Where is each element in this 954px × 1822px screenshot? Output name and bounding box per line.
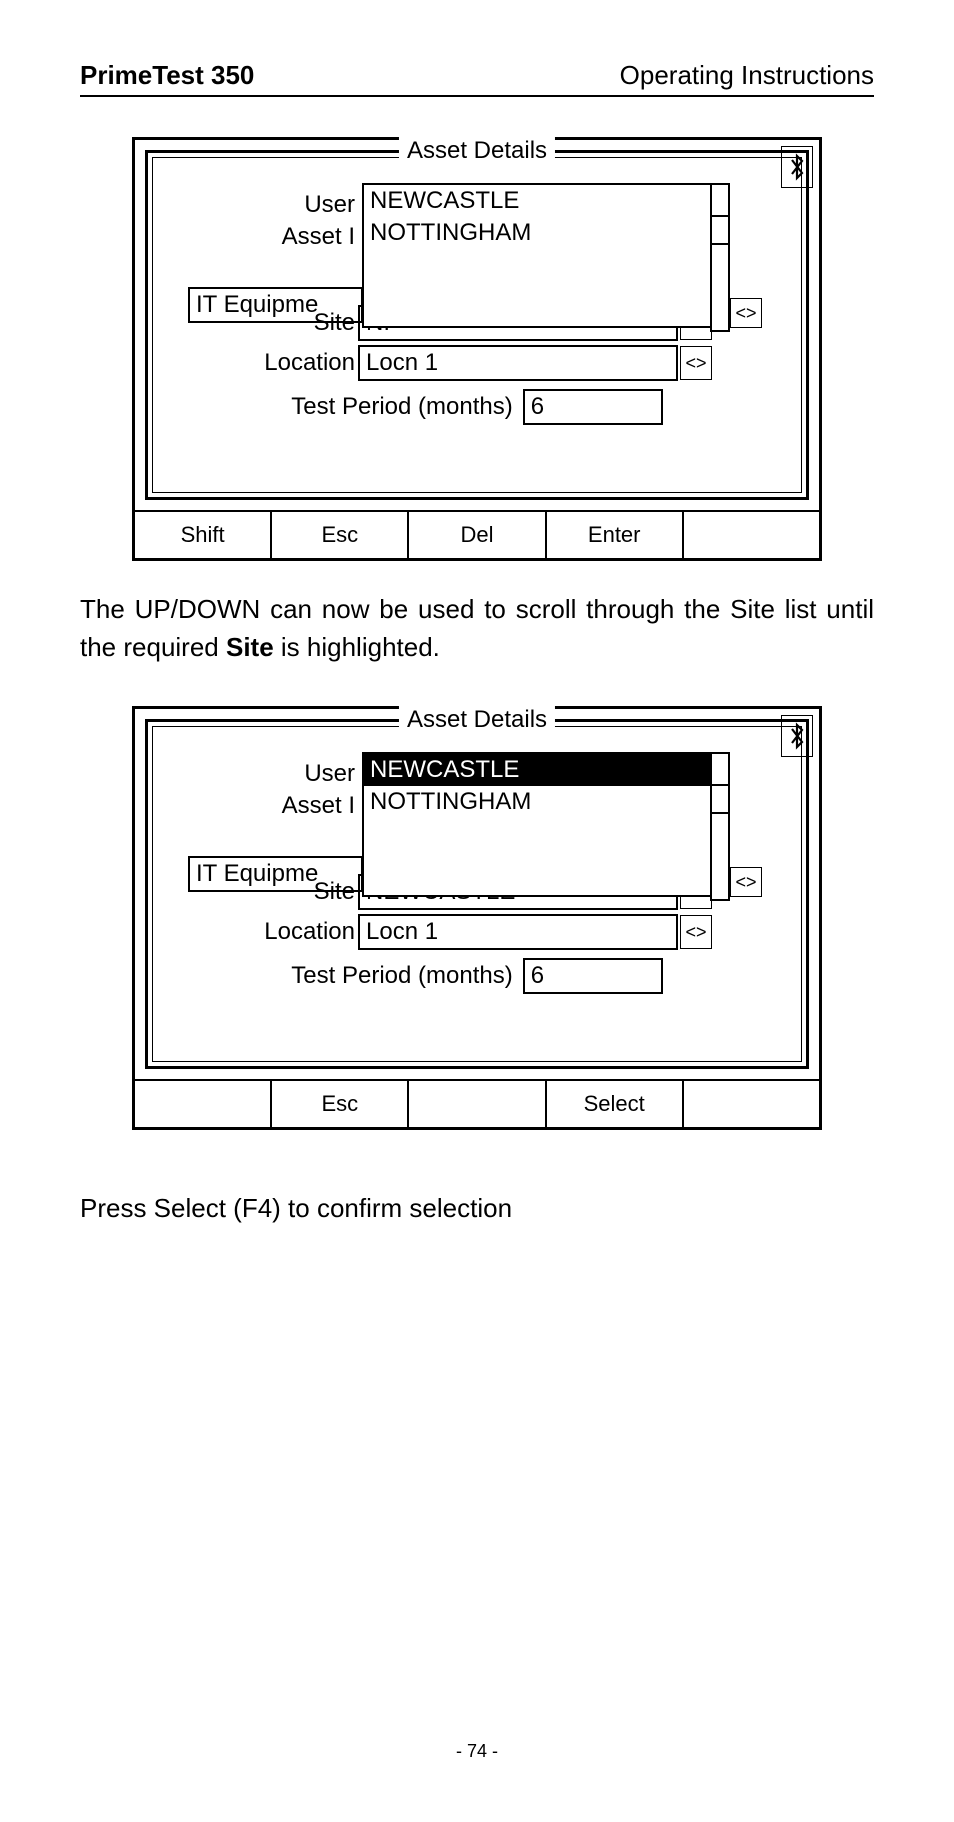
location-field[interactable]: Locn 1 [358,345,678,381]
test-period-label: Test Period (months) [291,393,512,421]
softkey-del[interactable]: Del [409,512,546,558]
user-label: User [148,760,358,788]
dropdown-item-nottingham[interactable]: NOTTINGHAM [364,217,710,249]
site-label: Site [148,878,358,906]
dropdown-scrollbar[interactable] [710,183,730,332]
softkey-shift[interactable]: Shift [135,512,272,558]
test-period-label: Test Period (months) [291,962,512,990]
dropdown-item-newcastle[interactable]: NEWCASTLE [364,185,710,217]
test-period-field[interactable]: 6 [523,958,663,994]
dropdown-chevron-icon[interactable]: <> [730,298,762,328]
page-number: - 74 - [456,1741,498,1762]
softkey-esc[interactable]: Esc [272,1081,409,1127]
softkey-toolbar: Esc Select [135,1079,819,1127]
softkey-blank [135,1081,272,1127]
scroll-thumb[interactable] [712,784,728,814]
dropdown-item-nottingham[interactable]: NOTTINGHAM [364,786,710,818]
softkey-blank [684,1081,819,1127]
dropdown-scrollbar[interactable] [710,752,730,901]
location-chevron-icon[interactable]: <> [680,346,712,380]
instruction-paragraph-1: The UP/DOWN can now be used to scroll th… [80,591,874,666]
page-header: PrimeTest 350 Operating Instructions [80,60,874,97]
asset-label: Asset I [148,223,358,251]
site-dropdown-list[interactable]: NEWCASTLE NOTTINGHAM <> [362,752,712,897]
doc-title: Operating Instructions [620,60,874,91]
location-label: Location [148,918,358,946]
location-label: Location [148,349,358,377]
dropdown-item-newcastle[interactable]: NEWCASTLE [364,754,710,786]
asset-details-frame: Asset Details IT Equipme User Asset I NE… [145,150,809,500]
softkey-blank [684,512,819,558]
device-name: PrimeTest 350 [80,60,254,91]
asset-label: Asset I [148,792,358,820]
location-field[interactable]: Locn 1 [358,914,678,950]
location-chevron-icon[interactable]: <> [680,915,712,949]
instruction-paragraph-2: Press Select (F4) to confirm selection [80,1190,874,1228]
softkey-blank [409,1081,546,1127]
device-screenshot-2: Asset Details IT Equipme User Asset I NE… [132,706,822,1130]
user-label: User [148,191,358,219]
frame-title: Asset Details [399,706,555,734]
site-label: Site [148,309,358,337]
softkey-toolbar: Shift Esc Del Enter [135,510,819,558]
frame-title: Asset Details [399,137,555,165]
device-screenshot-1: Asset Details IT Equipme User Asset I NE… [132,137,822,561]
softkey-esc[interactable]: Esc [272,512,409,558]
asset-details-frame: Asset Details IT Equipme User Asset I NE… [145,719,809,1069]
site-dropdown-list[interactable]: NEWCASTLE NOTTINGHAM <> [362,183,712,328]
dropdown-chevron-icon[interactable]: <> [730,867,762,897]
scroll-thumb[interactable] [712,215,728,245]
softkey-enter[interactable]: Enter [547,512,684,558]
softkey-select[interactable]: Select [547,1081,684,1127]
test-period-field[interactable]: 6 [523,389,663,425]
